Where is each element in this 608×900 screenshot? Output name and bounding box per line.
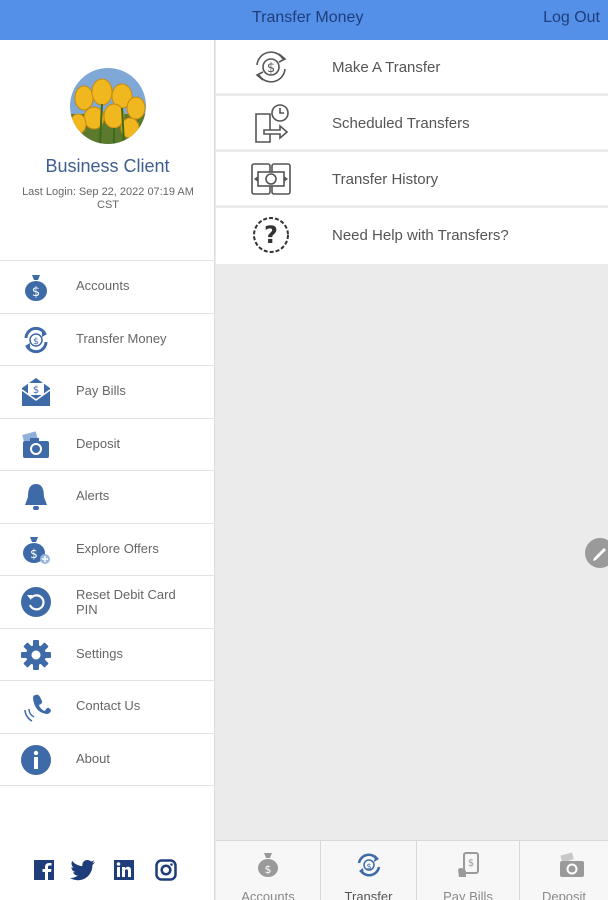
tab-label: Pay Bills — [443, 889, 493, 900]
sidebar-item-label: Reset Debit Card PIN — [76, 587, 176, 617]
transfer-history-option[interactable]: Transfer History — [216, 152, 608, 208]
sidebar-item-label: About — [76, 750, 110, 766]
sidebar-item-transfer-money[interactable]: $ Transfer Money — [0, 314, 215, 366]
envelope-dollar-icon: $ — [20, 376, 52, 408]
instagram-icon[interactable] — [154, 858, 180, 884]
sidebar-item-label: Pay Bills — [76, 383, 126, 398]
svg-text:$: $ — [366, 862, 371, 871]
twitter-icon[interactable] — [70, 858, 96, 884]
svg-text:$: $ — [265, 863, 272, 876]
client-name: Business Client — [45, 156, 170, 176]
tab-label: Deposit — [541, 889, 587, 900]
sidebar-item-settings[interactable]: Settings — [0, 629, 215, 681]
svg-text:$: $ — [33, 385, 39, 396]
last-login-text: Last Login: Sep 22, 2022 07:19 AM CST — [22, 186, 194, 211]
camera-check-icon — [558, 851, 586, 879]
pay-bills-icon: $ — [455, 851, 483, 879]
sidebar-item-contact-us[interactable]: Contact Us — [0, 681, 215, 734]
scheduled-icon — [250, 102, 292, 144]
transfer-icon: $ — [20, 324, 52, 356]
sidebar-item-deposit[interactable]: Deposit — [0, 419, 215, 471]
gear-icon — [20, 639, 52, 671]
transfer-circle-icon: $ — [250, 46, 292, 88]
phone-icon — [20, 691, 52, 723]
svg-text:?: ? — [264, 221, 278, 249]
tab-transfer[interactable]: $ Transfer — [321, 841, 417, 900]
help-transfers-option[interactable]: ? Need Help with Transfers? — [216, 208, 608, 264]
sidebar-item-label: Transfer Money — [76, 330, 167, 346]
sidebar: Business Client Last Login: Sep 22, 2022… — [0, 40, 215, 900]
avatar[interactable] — [70, 68, 146, 144]
tab-label: Transfer — [344, 889, 393, 900]
sidebar-item-pay-bills[interactable]: $ Pay Bills — [0, 366, 215, 419]
info-icon — [20, 744, 52, 776]
option-label: Transfer History — [332, 171, 439, 188]
tab-accounts[interactable]: $ Accounts — [216, 841, 321, 900]
logout-button[interactable]: Log Out — [543, 9, 600, 27]
camera-check-icon — [20, 429, 52, 461]
sidebar-item-accounts[interactable]: $ Accounts — [0, 261, 215, 314]
page-title: Transfer Money — [252, 9, 364, 26]
edit-fab-button[interactable] — [585, 538, 608, 568]
tab-label: Accounts — [241, 889, 295, 900]
svg-text:$: $ — [468, 858, 474, 869]
transfer-icon: $ — [355, 851, 383, 879]
option-label: Make A Transfer — [332, 59, 441, 76]
sidebar-item-label: Deposit — [76, 435, 121, 451]
help-icon: ? — [250, 214, 292, 256]
svg-text:$: $ — [30, 547, 38, 561]
option-label: Scheduled Transfers — [332, 115, 470, 132]
top-bar: Transfer Money Log Out — [0, 0, 608, 40]
tab-pay-bills[interactable]: $ Pay Bills — [417, 841, 520, 900]
bottom-tab-bar: $ Accounts $ Transfer $ Pay Bills Deposi… — [216, 840, 608, 900]
sidebar-item-reset-pin[interactable]: Reset Debit Card PIN — [0, 576, 215, 629]
scheduled-transfers-option[interactable]: Scheduled Transfers — [216, 96, 608, 152]
social-links — [0, 858, 215, 888]
sidebar-nav: $ Accounts $ Transfer Money $ Pay Bills … — [0, 260, 215, 786]
sidebar-item-label: Alerts — [76, 488, 110, 503]
money-bag-icon: $ — [254, 851, 282, 879]
option-label: Need Help with Transfers? — [332, 227, 509, 244]
svg-text:$: $ — [267, 61, 275, 76]
money-bag-plus-icon: $ — [20, 534, 52, 566]
svg-text:$: $ — [32, 285, 40, 300]
svg-text:$: $ — [33, 337, 39, 347]
facebook-icon[interactable] — [32, 858, 58, 884]
sidebar-item-alerts[interactable]: Alerts — [0, 471, 215, 524]
make-transfer-option[interactable]: $ Make A Transfer — [216, 40, 608, 96]
transfer-options-list: $ Make A Transfer Scheduled Transfers Tr… — [216, 40, 608, 264]
sidebar-item-label: Accounts — [76, 278, 130, 293]
history-icon — [250, 158, 292, 200]
sidebar-item-label: Explore Offers — [76, 540, 159, 556]
reset-icon — [20, 586, 52, 618]
pencil-icon — [593, 548, 606, 561]
linkedin-icon[interactable] — [112, 858, 138, 884]
sidebar-item-label: Settings — [76, 645, 123, 661]
sidebar-item-explore-offers[interactable]: $ Explore Offers — [0, 524, 215, 576]
money-bag-icon: $ — [20, 271, 52, 303]
sidebar-item-about[interactable]: About — [0, 734, 215, 786]
tab-deposit[interactable]: Deposit — [520, 841, 608, 900]
profile-panel: Business Client Last Login: Sep 22, 2022… — [0, 40, 215, 260]
bell-icon — [20, 481, 52, 513]
sidebar-item-label: Contact Us — [76, 698, 141, 713]
